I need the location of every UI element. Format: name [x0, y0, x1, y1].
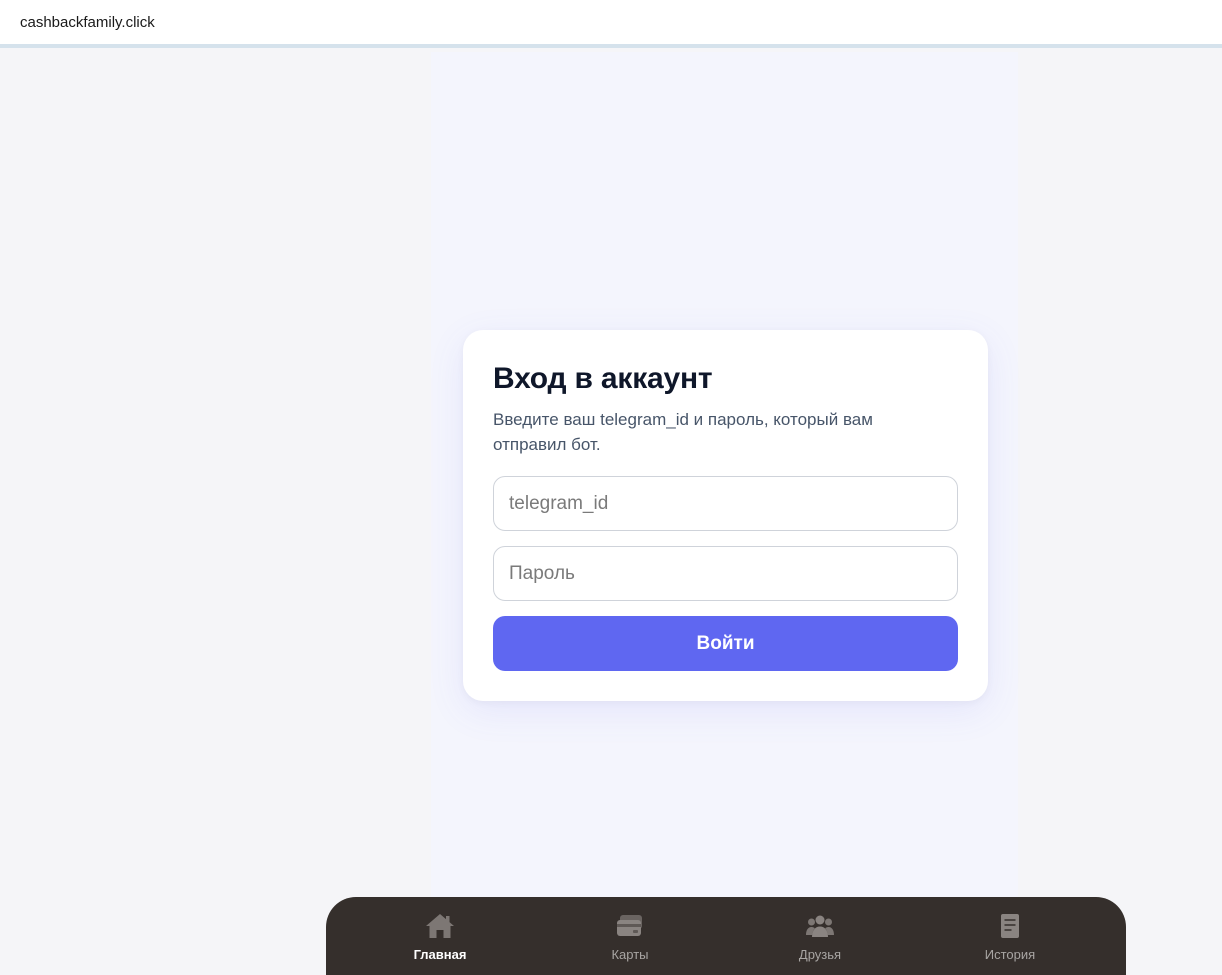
password-input[interactable] — [493, 546, 958, 601]
bottom-nav: Главная Карты Друзья История — [326, 897, 1126, 975]
home-icon — [426, 914, 454, 938]
nav-label-cards: Карты — [611, 947, 649, 962]
friends-icon — [806, 915, 834, 937]
cards-icon — [617, 915, 642, 936]
history-icon — [1001, 914, 1019, 938]
login-button[interactable]: Войти — [493, 616, 958, 671]
browser-address-bar[interactable]: cashbackfamily.click — [0, 0, 1222, 48]
nav-item-friends[interactable]: Друзья — [725, 897, 915, 975]
telegram-id-input[interactable] — [493, 476, 958, 531]
login-subtitle: Введите ваш telegram_id и пароль, которы… — [493, 410, 873, 454]
nav-item-history[interactable]: История — [915, 897, 1105, 975]
url-text[interactable]: cashbackfamily.click — [20, 14, 155, 31]
nav-label-history: История — [984, 947, 1036, 962]
login-title: Вход в аккаунт — [493, 362, 713, 395]
nav-label-friends: Друзья — [798, 947, 842, 962]
nav-item-cards[interactable]: Карты — [535, 897, 725, 975]
login-card: Вход в аккаунт Введите ваш telegram_id и… — [463, 330, 988, 701]
nav-item-home[interactable]: Главная — [345, 897, 535, 975]
nav-label-home: Главная — [413, 947, 467, 962]
